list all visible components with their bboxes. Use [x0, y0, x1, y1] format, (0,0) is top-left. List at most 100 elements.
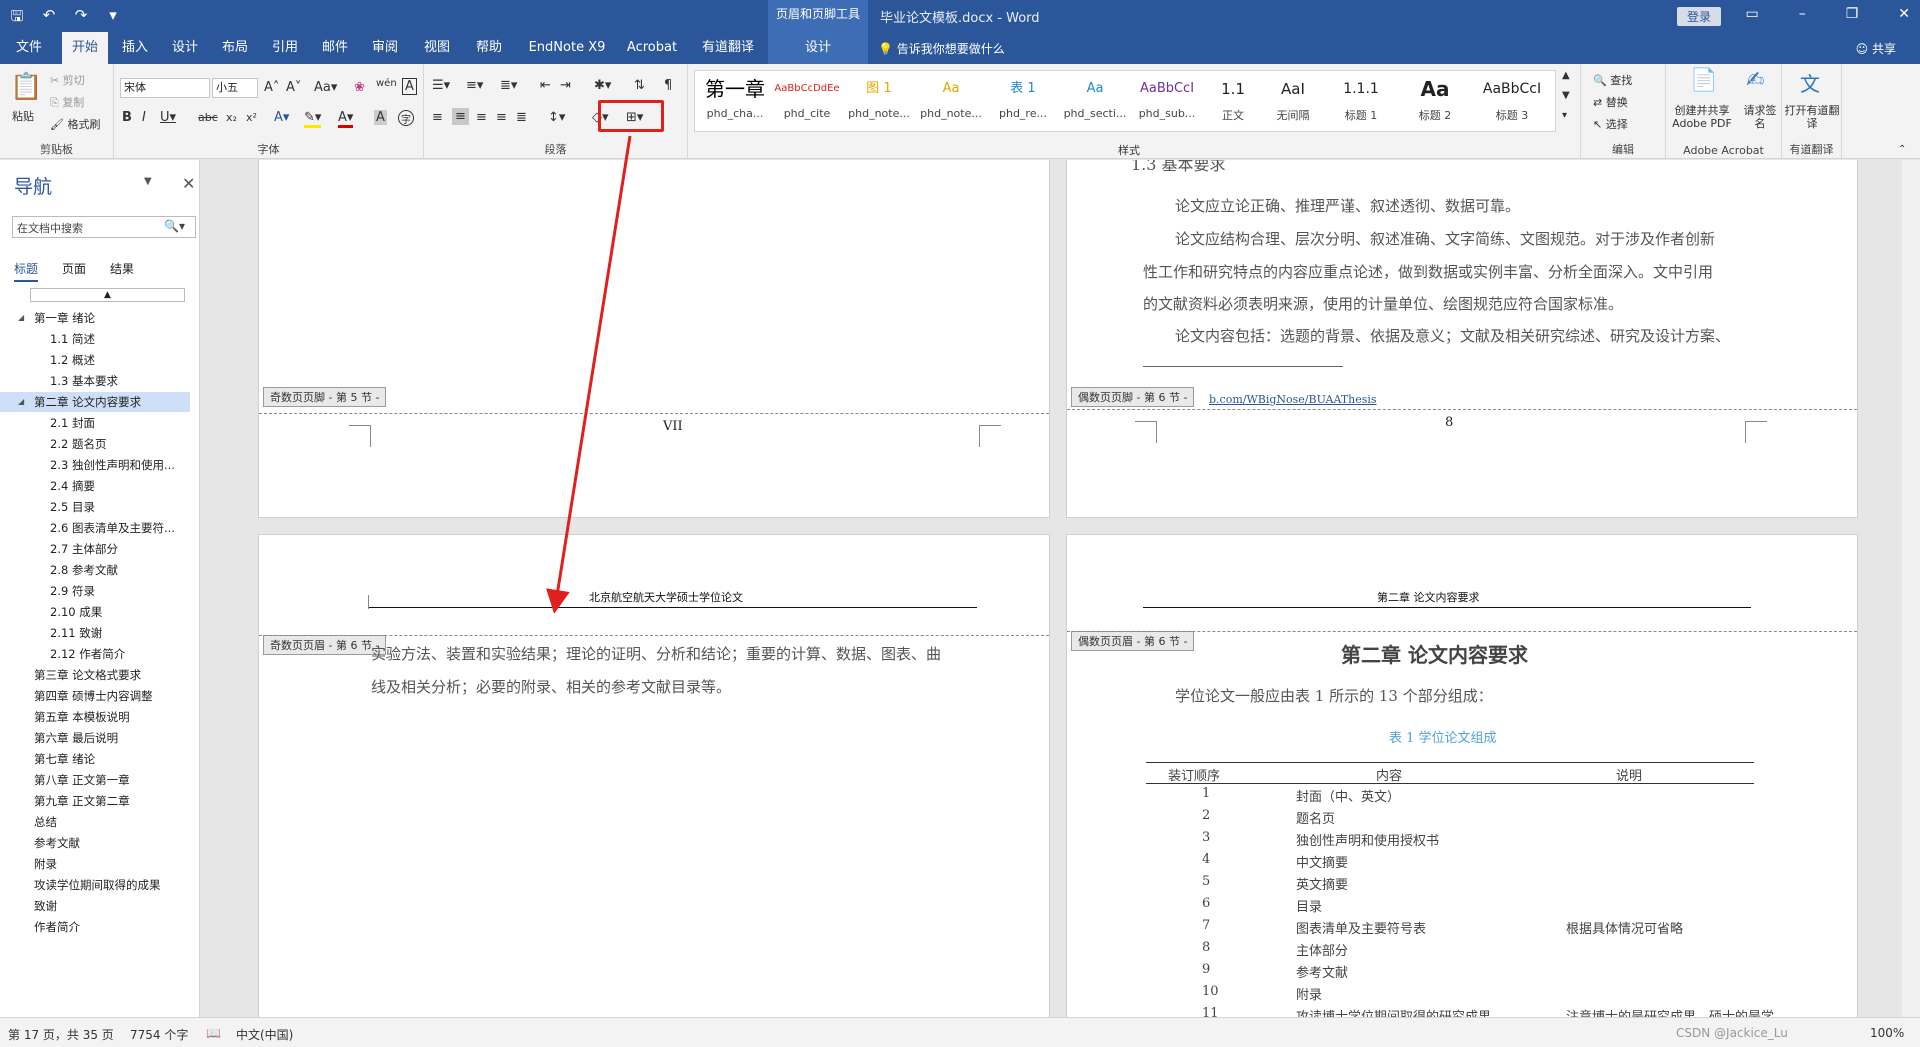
- sign-icon[interactable]: ✍: [1746, 68, 1764, 93]
- open-youdao-button[interactable]: 打开有道翻译: [1784, 104, 1840, 130]
- nav-tab-results[interactable]: 结果: [110, 260, 134, 282]
- nav-heading-item[interactable]: 1.1 简述: [0, 329, 190, 349]
- nav-heading-item[interactable]: 1.2 概述: [0, 350, 190, 370]
- nav-heading-item[interactable]: 第八章 正文第一章: [0, 770, 190, 790]
- tell-me-box[interactable]: 💡 告诉我你想要做什么: [878, 40, 1005, 57]
- styles-scroll-up-icon[interactable]: ▲: [1562, 70, 1570, 81]
- nav-heading-item[interactable]: 1.3 基本要求: [0, 371, 190, 391]
- customize-qat-icon[interactable]: ▾: [104, 6, 122, 31]
- nav-heading-item[interactable]: 第四章 硕博士内容调整: [0, 686, 190, 706]
- paste-button[interactable]: 粘贴: [12, 108, 34, 124]
- format-painter-button[interactable]: 🖌 格式刷: [50, 116, 100, 132]
- minimize-icon[interactable]: –: [1799, 6, 1806, 22]
- tab-help[interactable]: 帮助: [466, 32, 512, 64]
- create-share-pdf-button[interactable]: 创建并共享 Adobe PDF: [1670, 104, 1734, 130]
- align-left-icon[interactable]: ≡: [432, 110, 443, 125]
- tab-endnote[interactable]: EndNote X9: [524, 32, 610, 64]
- show-marks-icon[interactable]: ¶: [664, 78, 672, 93]
- bold-icon[interactable]: B: [122, 110, 132, 125]
- search-icon[interactable]: 🔍▾: [164, 219, 185, 233]
- nav-heading-item[interactable]: 2.11 致谢: [0, 623, 190, 643]
- font-size-select[interactable]: 小五: [212, 78, 258, 98]
- font-name-select[interactable]: 宋体: [120, 78, 210, 98]
- save-icon[interactable]: 🖫: [8, 6, 26, 31]
- styles-scroll-down-icon[interactable]: ▼: [1562, 90, 1570, 101]
- align-center-icon[interactable]: ≡: [452, 108, 469, 125]
- nav-heading-item[interactable]: 2.1 封面: [0, 413, 190, 433]
- justify-icon[interactable]: ≡: [496, 110, 507, 125]
- grow-font-icon[interactable]: A˄: [264, 80, 279, 95]
- tab-insert[interactable]: 插入: [112, 32, 158, 64]
- tab-review[interactable]: 审阅: [362, 32, 408, 64]
- nav-collapse-all-icon[interactable]: ▲: [30, 288, 185, 302]
- strikethrough-icon[interactable]: abc: [198, 111, 218, 124]
- tab-youdao[interactable]: 有道翻译: [694, 32, 762, 64]
- nav-heading-item[interactable]: 2.9 符录: [0, 581, 190, 601]
- superscript-icon[interactable]: x²: [246, 111, 257, 124]
- style-item[interactable]: 图 1 phd_note...: [843, 71, 915, 131]
- char-shading-icon[interactable]: A: [374, 110, 387, 125]
- collapse-ribbon-icon[interactable]: ⌃: [1898, 144, 1906, 155]
- page-odd-footer[interactable]: 奇数页页脚 - 第 5 节 - VII: [258, 160, 1050, 518]
- change-case-icon[interactable]: Aa▾: [314, 80, 337, 95]
- nav-heading-item[interactable]: 2.7 主体部分: [0, 539, 190, 559]
- close-icon[interactable]: ✕: [1898, 6, 1910, 22]
- tab-header-footer-design[interactable]: 设计: [768, 32, 868, 64]
- page-odd-header[interactable]: 北京航空航天大学硕士学位论文 奇数页页眉 - 第 6 节 - 实验方法、装置和实…: [258, 534, 1050, 1017]
- numbering-icon[interactable]: ≡▾: [466, 78, 483, 93]
- copy-button[interactable]: ⎘ 复制: [50, 94, 84, 110]
- style-item[interactable]: AaBbCcI 标题 3: [1471, 71, 1553, 131]
- redo-icon[interactable]: ↷: [72, 6, 90, 31]
- page-even-footer[interactable]: 1.3 基本要求 论文应立论正确、推理严谨、叙述透彻、数据可靠。 论文应结构合理…: [1066, 160, 1858, 518]
- nav-heading-item[interactable]: 第五章 本模板说明: [0, 707, 190, 727]
- phonetic-guide-icon[interactable]: wén: [376, 78, 397, 89]
- tab-mailings[interactable]: 邮件: [312, 32, 358, 64]
- char-border-icon[interactable]: A: [402, 78, 417, 95]
- chinese-layout-icon[interactable]: ✱▾: [594, 78, 611, 93]
- shrink-font-icon[interactable]: A˅: [286, 80, 301, 95]
- tab-design[interactable]: 设计: [162, 32, 208, 64]
- nav-heading-item[interactable]: 2.5 目录: [0, 497, 190, 517]
- select-button[interactable]: ↖ 选择: [1593, 116, 1628, 132]
- subscript-icon[interactable]: x₂: [226, 111, 237, 124]
- style-item[interactable]: AaBbCcDdEe phd_cite: [771, 71, 843, 131]
- style-item[interactable]: 第一章 phd_cha...: [699, 71, 771, 131]
- replace-button[interactable]: ⇄ 替换: [1593, 94, 1628, 110]
- style-item[interactable]: Aa 标题 2: [1399, 71, 1471, 131]
- style-item[interactable]: 1.1 正文: [1203, 71, 1263, 131]
- nav-heading-item[interactable]: 攻读学位期间取得的成果: [0, 875, 190, 895]
- style-item[interactable]: 表 1 phd_re...: [987, 71, 1059, 131]
- nav-heading-item[interactable]: 2.10 成果: [0, 602, 190, 622]
- undo-icon[interactable]: ↶: [40, 6, 58, 31]
- style-item[interactable]: AaI 无间隔: [1263, 71, 1323, 131]
- multilevel-list-icon[interactable]: ≣▾: [500, 78, 517, 93]
- nav-heading-item[interactable]: 附录: [0, 854, 190, 874]
- style-item[interactable]: 1.1.1 标题 1: [1323, 71, 1399, 131]
- cut-button[interactable]: ✂ 剪切: [50, 72, 85, 88]
- nav-heading-item[interactable]: 2.3 独创性声明和使用...: [0, 455, 190, 475]
- tab-view[interactable]: 视图: [414, 32, 460, 64]
- nav-heading-item[interactable]: 2.4 摘要: [0, 476, 190, 496]
- sort-icon[interactable]: ⇅: [634, 78, 645, 93]
- paste-icon[interactable]: 📋: [10, 72, 42, 102]
- nav-heading-item[interactable]: 2.8 参考文献: [0, 560, 190, 580]
- highlight-color-icon[interactable]: ✎▾: [304, 110, 322, 128]
- proofing-icon[interactable]: 📖: [206, 1026, 221, 1040]
- increase-indent-icon[interactable]: ⇥: [560, 78, 571, 93]
- expand-triangle-icon[interactable]: ◢: [18, 308, 24, 328]
- decrease-indent-icon[interactable]: ⇤: [540, 78, 551, 93]
- nav-heading-item[interactable]: 致谢: [0, 896, 190, 916]
- nav-heading-item[interactable]: 2.2 题名页: [0, 434, 190, 454]
- style-item[interactable]: Aa phd_note...: [915, 71, 987, 131]
- nav-options-icon[interactable]: ▼: [144, 176, 152, 187]
- styles-more-icon[interactable]: ▾: [1562, 110, 1567, 121]
- italic-icon[interactable]: I: [142, 110, 146, 125]
- tab-references[interactable]: 引用: [262, 32, 308, 64]
- expand-triangle-icon[interactable]: ◢: [18, 392, 24, 412]
- nav-heading-item[interactable]: 第三章 论文格式要求: [0, 665, 190, 685]
- find-button[interactable]: 🔍 查找: [1593, 72, 1632, 88]
- tab-acrobat[interactable]: Acrobat: [620, 32, 684, 64]
- nav-heading-item[interactable]: 作者简介: [0, 917, 190, 937]
- translate-icon[interactable]: 文: [1800, 68, 1820, 97]
- nav-heading-item[interactable]: 2.12 作者简介: [0, 644, 190, 664]
